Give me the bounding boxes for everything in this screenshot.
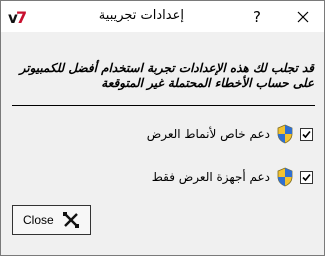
option-label: دعم أجهزة العرض فقط [151,170,270,184]
dialog-window: v 7 إعدادات تجريبية ? قد تجلب لك هذه الإ… [0,0,325,256]
option-display-devices[interactable]: دعم أجهزة العرض فقط [152,166,313,188]
uac-shield-icon [277,167,293,187]
checkbox-display-modes[interactable] [300,127,313,141]
option-label: دعم خاص لأنماط العرض [146,127,270,141]
svg-text:7: 7 [16,8,27,27]
close-button[interactable]: Close [12,205,91,235]
close-window-icon[interactable] [288,5,318,29]
tools-icon [62,212,79,228]
uac-shield-icon [277,124,293,144]
check-icon [302,173,311,181]
help-button[interactable]: ? [245,5,269,29]
option-display-modes[interactable]: دعم خاص لأنماط العرض [147,123,313,145]
window-title: إعدادات تجريبية [98,8,184,23]
checkbox-display-devices[interactable] [300,170,313,184]
separator [12,105,315,106]
intro-text: قد تجلب لك هذه الإعدادات تجربة استخدام أ… [19,61,314,90]
close-button-label: Close [23,213,54,227]
app-logo-icon: v 7 [8,8,27,27]
title-bar: v 7 إعدادات تجريبية ? [1,1,324,32]
check-icon [302,130,311,138]
